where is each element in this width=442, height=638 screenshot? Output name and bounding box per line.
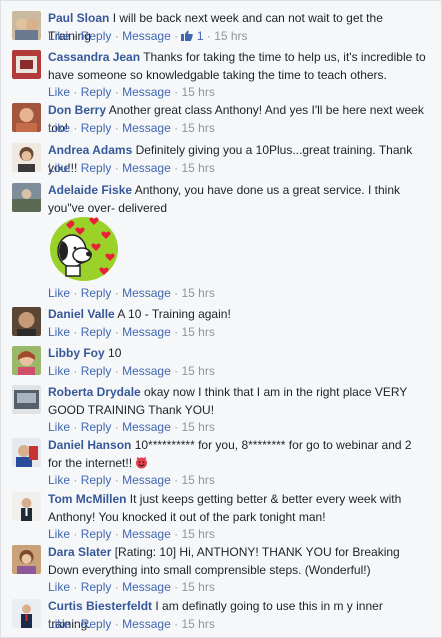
reply-link[interactable]: Reply: [81, 29, 112, 43]
comment-author[interactable]: Tom McMillen: [48, 492, 126, 506]
thumbs-up-icon: [181, 30, 194, 41]
message-link[interactable]: Message: [122, 121, 171, 135]
timestamp[interactable]: 15 hrs: [181, 527, 214, 541]
avatar[interactable]: [12, 183, 41, 212]
avatar[interactable]: [12, 307, 41, 336]
comment-body: Daniel Hanson 10********** for you, 8***…: [48, 436, 426, 472]
message-link[interactable]: Message: [122, 527, 171, 541]
reply-link[interactable]: Reply: [81, 85, 112, 99]
timestamp[interactable]: 15 hrs: [181, 325, 214, 339]
comment-author[interactable]: Roberta Drydale: [48, 385, 141, 399]
comment-author[interactable]: Daniel Hanson: [48, 438, 131, 452]
avatar[interactable]: [12, 545, 41, 574]
message-link[interactable]: Message: [122, 29, 171, 43]
timestamp[interactable]: 15 hrs: [181, 617, 214, 631]
comment-actions: Like · Reply · Message · 15 hrs: [48, 420, 215, 434]
comment-text: 10: [108, 346, 122, 360]
like-link[interactable]: Like: [48, 325, 70, 339]
timestamp[interactable]: 15 hrs: [181, 161, 214, 175]
message-link[interactable]: Message: [122, 286, 171, 300]
comment-body: Cassandra Jean Thanks for taking the tim…: [48, 48, 426, 84]
like-link[interactable]: Like: [48, 420, 70, 434]
message-link[interactable]: Message: [122, 420, 171, 434]
avatar[interactable]: [12, 50, 41, 79]
timestamp[interactable]: 15 hrs: [181, 85, 214, 99]
avatar[interactable]: [12, 103, 41, 132]
comment-author[interactable]: Adelaide Fiske: [48, 183, 132, 197]
reply-link[interactable]: Reply: [81, 580, 112, 594]
message-link[interactable]: Message: [122, 161, 171, 175]
like-link[interactable]: Like: [48, 85, 70, 99]
like-count[interactable]: 1: [181, 29, 204, 43]
comment-actions: Like · Reply · Message · 15 hrs: [48, 161, 215, 175]
like-link[interactable]: Like: [48, 617, 70, 631]
comment-author[interactable]: Daniel Valle: [48, 307, 115, 321]
timestamp[interactable]: 15 hrs: [181, 473, 214, 487]
comment-actions: Like · Reply · Message · 15 hrs: [48, 473, 215, 487]
reply-link[interactable]: Reply: [81, 420, 112, 434]
comment-actions: Like · Reply · Message · 1 · 15 hrs: [48, 29, 248, 43]
message-link[interactable]: Message: [122, 364, 171, 378]
reply-link[interactable]: Reply: [81, 617, 112, 631]
like-link[interactable]: Like: [48, 473, 70, 487]
reply-link[interactable]: Reply: [81, 325, 112, 339]
comment-body: Roberta Drydale okay now I think that I …: [48, 383, 426, 419]
comment-body: Daniel Valle A 10 - Training again!: [48, 305, 426, 323]
comment-body: Dara Slater [Rating: 10] Hi, ANTHONY! TH…: [48, 543, 426, 579]
avatar[interactable]: [12, 492, 41, 521]
like-count-value: 1: [196, 29, 204, 43]
comment-author[interactable]: Andrea Adams: [48, 143, 132, 157]
avatar[interactable]: [12, 346, 41, 375]
like-link[interactable]: Like: [48, 161, 70, 175]
reply-link[interactable]: Reply: [81, 286, 112, 300]
message-link[interactable]: Message: [122, 85, 171, 99]
comment-actions: Like · Reply · Message · 15 hrs: [48, 527, 215, 541]
comment-feed: Paul Sloan I will be back next week and …: [0, 0, 442, 638]
timestamp[interactable]: 15 hrs: [181, 580, 214, 594]
message-link[interactable]: Message: [122, 325, 171, 339]
like-link[interactable]: Like: [48, 121, 70, 135]
snoopy-hearts-sticker[interactable]: [48, 211, 120, 283]
comment-actions: Like · Reply · Message · 15 hrs: [48, 85, 215, 99]
comment-author[interactable]: Cassandra Jean: [48, 50, 140, 64]
like-link[interactable]: Like: [48, 364, 70, 378]
avatar[interactable]: [12, 11, 41, 40]
reply-link[interactable]: Reply: [81, 527, 112, 541]
like-link[interactable]: Like: [48, 527, 70, 541]
comment-body: Libby Foy 10: [48, 344, 426, 362]
reply-link[interactable]: Reply: [81, 473, 112, 487]
comment-body: Tom McMillen It just keeps getting bette…: [48, 490, 426, 526]
reply-link[interactable]: Reply: [81, 161, 112, 175]
comment-actions: Like · Reply · Message · 15 hrs: [48, 325, 215, 339]
timestamp[interactable]: 15 hrs: [181, 121, 214, 135]
comment-text: A 10 - Training again!: [117, 307, 231, 321]
timestamp[interactable]: 15 hrs: [181, 364, 214, 378]
comment-actions: Like · Reply · Message · 15 hrs: [48, 617, 215, 631]
message-link[interactable]: Message: [122, 617, 171, 631]
timestamp[interactable]: 15 hrs: [181, 286, 214, 300]
comment-author[interactable]: Curtis Biesterfeldt: [48, 599, 152, 613]
like-link[interactable]: Like: [48, 286, 70, 300]
comment-actions: Like · Reply · Message · 15 hrs: [48, 286, 215, 300]
message-link[interactable]: Message: [122, 580, 171, 594]
avatar[interactable]: [12, 438, 41, 467]
like-link[interactable]: Like: [48, 580, 70, 594]
message-link[interactable]: Message: [122, 473, 171, 487]
comment-actions: Like · Reply · Message · 15 hrs: [48, 121, 215, 135]
comment-author[interactable]: Libby Foy: [48, 346, 105, 360]
comment-author[interactable]: Paul Sloan: [48, 11, 109, 25]
reply-link[interactable]: Reply: [81, 364, 112, 378]
timestamp[interactable]: 15 hrs: [181, 420, 214, 434]
comment-author[interactable]: Dara Slater: [48, 545, 111, 559]
reply-link[interactable]: Reply: [81, 121, 112, 135]
comment-actions: Like · Reply · Message · 15 hrs: [48, 364, 215, 378]
timestamp[interactable]: 15 hrs: [214, 29, 247, 43]
smiling-devil-emoji-icon: [135, 456, 148, 470]
avatar[interactable]: [12, 599, 41, 628]
like-link[interactable]: Like: [48, 29, 70, 43]
avatar[interactable]: [12, 143, 41, 172]
comment-author[interactable]: Don Berry: [48, 103, 106, 117]
comment-actions: Like · Reply · Message · 15 hrs: [48, 580, 215, 594]
avatar[interactable]: [12, 385, 41, 414]
